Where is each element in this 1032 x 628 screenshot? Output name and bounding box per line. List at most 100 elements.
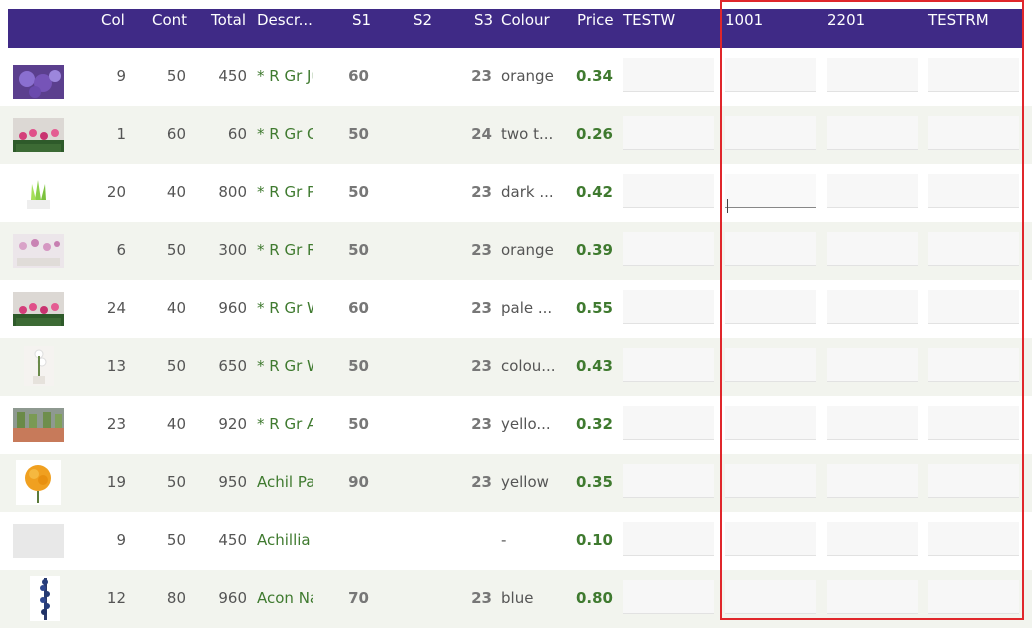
table-row[interactable]: 9 50 450 Achillia - 0.10 xyxy=(0,512,1032,570)
cell-total: 60 xyxy=(227,125,247,143)
product-thumbnail[interactable] xyxy=(30,576,60,621)
qty-input-testrm[interactable] xyxy=(928,580,1019,614)
product-thumbnail[interactable] xyxy=(13,524,64,558)
cell-total: 960 xyxy=(218,589,247,607)
cell-description[interactable]: Achillia xyxy=(257,512,313,570)
qty-input-c1001[interactable] xyxy=(725,174,816,208)
qty-input-testrm[interactable] xyxy=(928,348,1019,382)
qty-input-testw[interactable] xyxy=(623,58,714,92)
header-s2[interactable]: S2 xyxy=(413,0,432,39)
table-row[interactable]: 12 80 960 Acon Na 70 23 blue 0.80 xyxy=(0,570,1032,628)
qty-input-c2201[interactable] xyxy=(827,580,918,614)
qty-input-testw[interactable] xyxy=(623,232,714,266)
table-row[interactable]: 1 60 60 * R Gr O 50 24 two t... 0.26 xyxy=(0,106,1032,164)
qty-input-testrm[interactable] xyxy=(928,58,1019,92)
qty-input-testrm[interactable] xyxy=(928,116,1019,150)
product-thumbnail[interactable] xyxy=(16,460,61,505)
qty-input-testw[interactable] xyxy=(623,406,714,440)
qty-input-testw[interactable] xyxy=(623,348,714,382)
cell-cont: 40 xyxy=(166,183,186,201)
header-colour[interactable]: Colour xyxy=(501,0,550,39)
table-row[interactable]: 23 40 920 * R Gr Æ 50 23 yello... 0.32 xyxy=(0,396,1032,454)
qty-input-c1001[interactable] xyxy=(725,522,816,556)
cell-description[interactable]: Achil Pa xyxy=(257,454,313,512)
cell-s1: 50 xyxy=(348,125,369,143)
qty-input-c2201[interactable] xyxy=(827,464,918,498)
product-thumbnail[interactable] xyxy=(13,65,64,99)
cell-col: 9 xyxy=(116,531,126,549)
qty-input-testrm[interactable] xyxy=(928,464,1019,498)
qty-input-c2201[interactable] xyxy=(827,174,918,208)
qty-input-testw[interactable] xyxy=(623,522,714,556)
qty-input-c1001[interactable] xyxy=(725,348,816,382)
header-testrm[interactable]: TESTRM xyxy=(928,0,989,39)
product-thumbnail[interactable] xyxy=(13,118,64,152)
cell-s1: 50 xyxy=(348,415,369,433)
qty-input-c2201[interactable] xyxy=(827,348,918,382)
cell-cont: 50 xyxy=(166,241,186,259)
qty-input-testrm[interactable] xyxy=(928,406,1019,440)
header-2201[interactable]: 2201 xyxy=(827,0,865,39)
qty-input-c2201[interactable] xyxy=(827,232,918,266)
cell-description[interactable]: * R Gr Ro xyxy=(257,222,313,280)
header-1001[interactable]: 1001 xyxy=(725,0,763,39)
cell-cont: 80 xyxy=(166,589,186,607)
header-s3[interactable]: S3 xyxy=(474,0,493,39)
qty-input-testrm[interactable] xyxy=(928,232,1019,266)
qty-input-c1001[interactable] xyxy=(725,116,816,150)
qty-input-testw[interactable] xyxy=(623,580,714,614)
cell-col: 19 xyxy=(106,473,126,491)
cell-description[interactable]: * R Gr Po xyxy=(257,164,313,222)
qty-input-c2201[interactable] xyxy=(827,290,918,324)
header-description[interactable]: Descr... xyxy=(257,0,313,39)
product-thumbnail[interactable] xyxy=(13,176,64,210)
table-row[interactable]: 19 50 950 Achil Pa 90 23 yellow 0.35 xyxy=(0,454,1032,512)
cell-total: 920 xyxy=(218,415,247,433)
qty-input-c1001[interactable] xyxy=(725,580,816,614)
header-total[interactable]: Total xyxy=(211,0,246,39)
qty-input-c1001[interactable] xyxy=(725,58,816,92)
qty-input-c2201[interactable] xyxy=(827,522,918,556)
table-row[interactable]: 6 50 300 * R Gr Ro 50 23 orange 0.39 xyxy=(0,222,1032,280)
cell-description[interactable]: * R Gr W xyxy=(257,338,313,396)
cell-total: 450 xyxy=(218,67,247,85)
table-row[interactable]: 13 50 650 * R Gr W 50 23 colou... 0.43 xyxy=(0,338,1032,396)
header-testw[interactable]: TESTW xyxy=(623,0,675,39)
qty-input-testw[interactable] xyxy=(623,174,714,208)
qty-input-testw[interactable] xyxy=(623,116,714,150)
cell-description[interactable]: Acon Na xyxy=(257,570,313,628)
product-thumbnail[interactable] xyxy=(13,292,64,326)
qty-input-c2201[interactable] xyxy=(827,406,918,440)
product-thumbnail[interactable] xyxy=(13,234,64,268)
qty-input-c1001[interactable] xyxy=(725,232,816,266)
header-cont[interactable]: Cont xyxy=(152,0,187,39)
cell-total: 300 xyxy=(218,241,247,259)
qty-input-c1001[interactable] xyxy=(725,464,816,498)
cell-s3 xyxy=(468,512,492,570)
cell-description[interactable]: * R Gr O xyxy=(257,106,313,164)
qty-input-c2201[interactable] xyxy=(827,116,918,150)
qty-input-c1001[interactable] xyxy=(725,406,816,440)
qty-input-c1001[interactable] xyxy=(725,290,816,324)
table-row[interactable]: 24 40 960 * R Gr W 60 23 pale ... 0.55 xyxy=(0,280,1032,338)
cell-description[interactable]: * R Gr Ju xyxy=(257,48,313,106)
product-thumbnail[interactable] xyxy=(24,346,54,386)
qty-input-testrm[interactable] xyxy=(928,522,1019,556)
header-col[interactable]: Col xyxy=(101,0,125,39)
qty-input-testrm[interactable] xyxy=(928,174,1019,208)
cell-cont: 50 xyxy=(166,531,186,549)
cell-s2 xyxy=(407,164,431,222)
product-thumbnail[interactable] xyxy=(13,408,64,442)
table-row[interactable]: 9 50 450 * R Gr Ju 60 23 orange 0.34 xyxy=(0,48,1032,106)
table-row[interactable]: 20 40 800 * R Gr Po 50 23 dark ... 0.42 xyxy=(0,164,1032,222)
header-s1[interactable]: S1 xyxy=(352,0,371,39)
cell-description[interactable]: * R Gr Æ xyxy=(257,396,313,454)
cell-total: 800 xyxy=(218,183,247,201)
qty-input-testw[interactable] xyxy=(623,290,714,324)
qty-input-c2201[interactable] xyxy=(827,58,918,92)
header-price[interactable]: Price xyxy=(577,0,614,39)
qty-input-testw[interactable] xyxy=(623,464,714,498)
cell-description[interactable]: * R Gr W xyxy=(257,280,313,338)
qty-input-testrm[interactable] xyxy=(928,290,1019,324)
cell-colour: two t... xyxy=(501,125,554,143)
